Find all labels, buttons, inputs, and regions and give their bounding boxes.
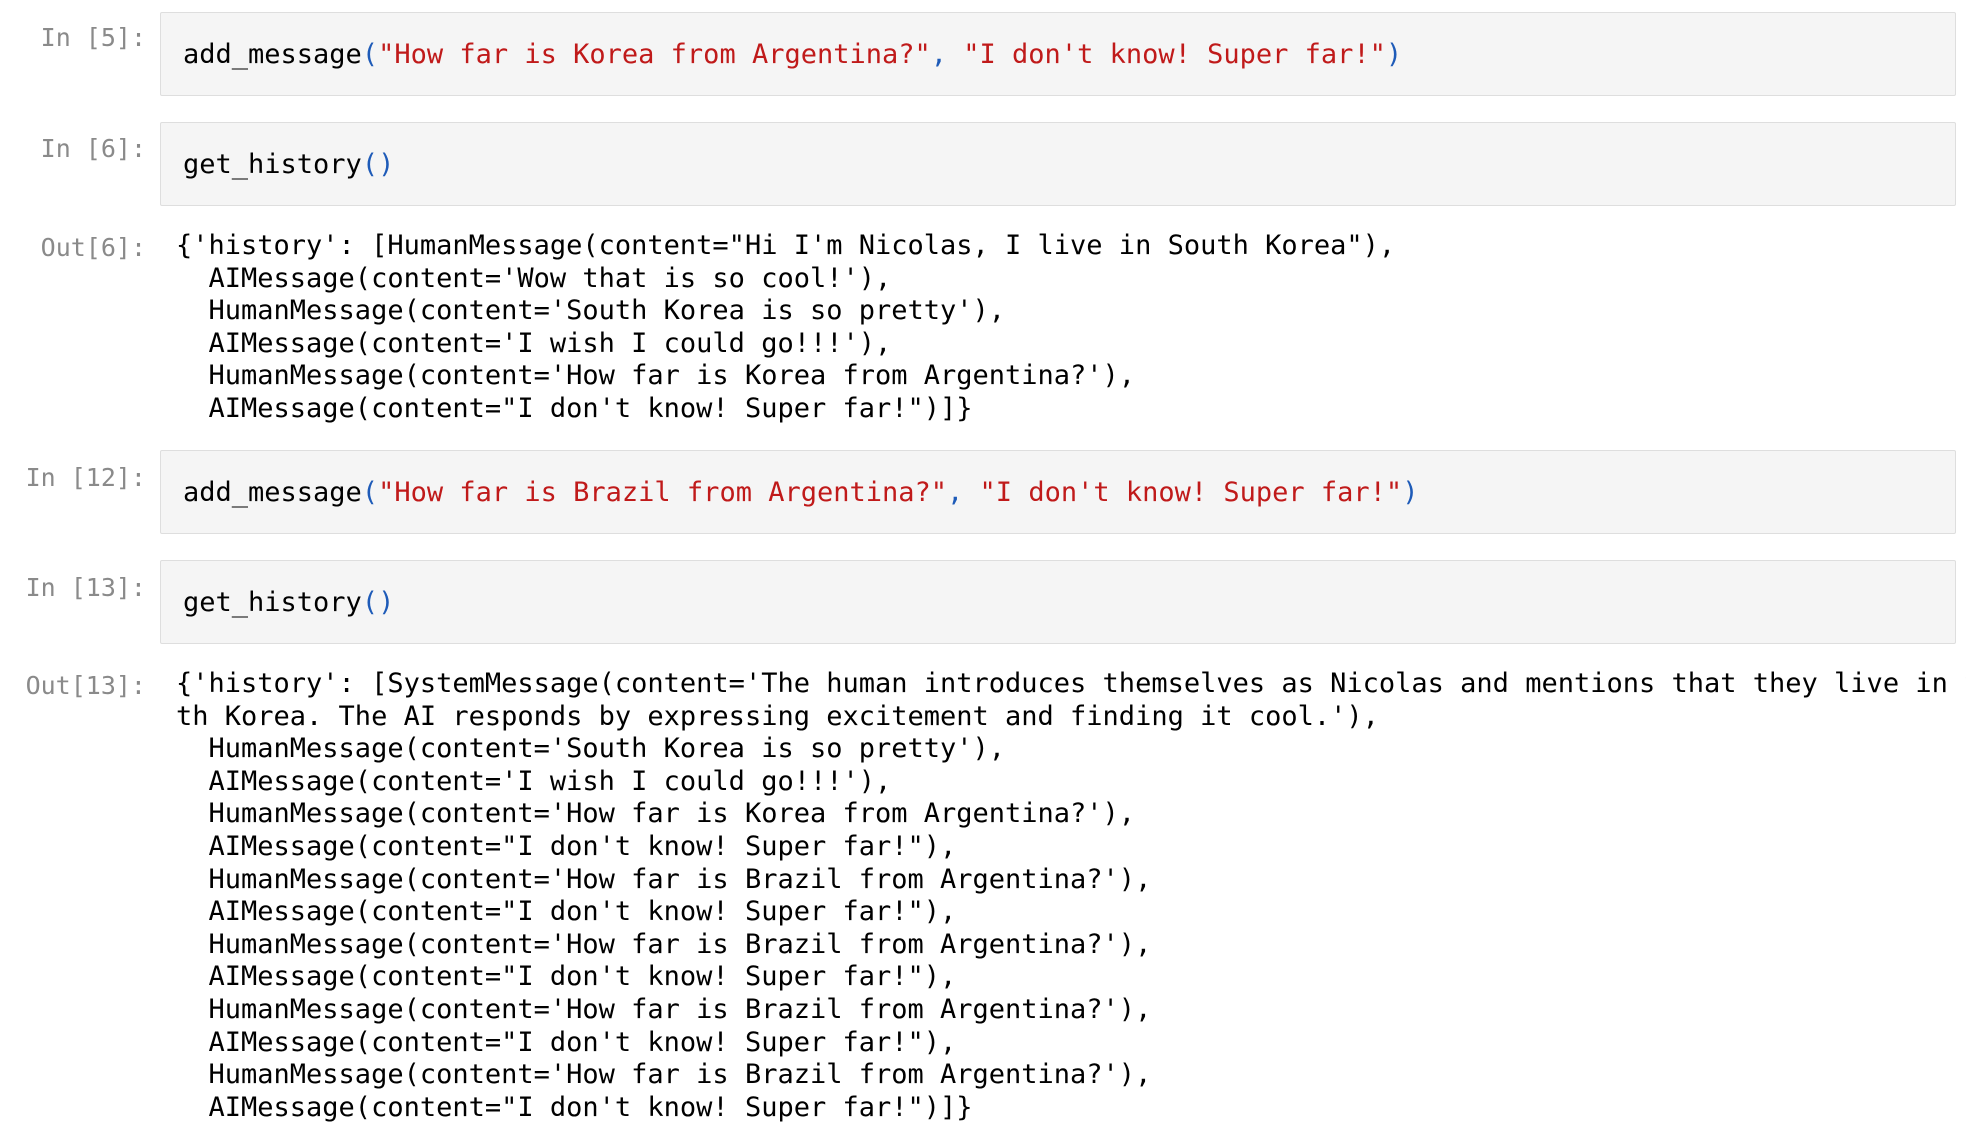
code-line: add_message("How far is Korea from Argen… [183,39,1402,71]
separator: , [947,477,980,508]
output-line: AIMessage(content="I don't know! Super f… [176,896,957,928]
code-line: get_history() [183,587,394,619]
code-line: get_history() [183,149,394,181]
code-cell-input[interactable]: add_message("How far is Korea from Argen… [160,12,1956,96]
paren: ( [361,39,379,70]
output-line: HumanMessage(content='South Korea is so … [176,295,1006,327]
output-line: HumanMessage(content='South Korea is so … [176,733,1006,765]
output-line: AIMessage(content='I wish I could go!!!'… [176,765,892,797]
string-arg: "How far is Brazil from Argentina?" [378,477,948,508]
string-arg: "I don't know! Super far!" [963,39,1386,70]
output-line: HumanMessage(content='How far is Korea f… [176,798,1136,830]
separator: , [930,39,964,70]
code-cell-input[interactable]: get_history() [160,560,1956,644]
paren: ( [361,477,379,508]
paren: ) [1402,477,1419,508]
paren: () [361,149,395,180]
input-prompt: In [5]: [40,23,146,52]
function-name: add_message [183,477,362,508]
string-arg: "I don't know! Super far!" [979,477,1403,508]
code-line: add_message("How far is Brazil from Arge… [183,477,1418,509]
output-line: AIMessage(content="I don't know! Super f… [176,392,973,424]
output-prompt: Out[6]: [40,233,146,262]
paren: ) [1385,39,1403,70]
output-line: HumanMessage(content='How far is Brazil … [176,863,1152,895]
code-cell-input[interactable]: get_history() [160,122,1956,206]
output-line: {'history': [HumanMessage(content="Hi I'… [176,230,1396,261]
output-line: AIMessage(content="I don't know! Super f… [176,961,957,993]
input-prompt: In [6]: [40,134,146,163]
paren: () [361,587,395,618]
output-line: HumanMessage(content='How far is Brazil … [176,928,1152,960]
output-line: AIMessage(content='I wish I could go!!!'… [176,327,892,359]
output-line: AIMessage(content='Wow that is so cool!'… [176,262,892,294]
function-name: get_history [183,149,362,180]
output-line: AIMessage(content="I don't know! Super f… [176,1091,973,1123]
function-name: get_history [183,587,362,618]
output-line: {'history': [SystemMessage(content='The … [176,668,1966,699]
code-cell-input[interactable]: add_message("How far is Brazil from Arge… [160,450,1956,534]
input-prompt: In [12]: [25,463,146,492]
output-line: th Korea. The AI responds by expressing … [176,700,1379,732]
string-arg: "How far is Korea from Argentina?" [378,39,931,70]
output-line: HumanMessage(content='How far is Brazil … [176,1059,1152,1091]
notebook-page: In [5]: add_message("How far is Korea fr… [0,0,1966,1124]
output-line: HumanMessage(content='How far is Brazil … [176,993,1152,1025]
input-prompt: In [13]: [25,573,146,602]
cell-output: {'history': [SystemMessage(content='The … [176,668,1966,1124]
output-prompt: Out[13]: [25,671,146,700]
output-line: HumanMessage(content='How far is Korea f… [176,360,1136,392]
output-line: AIMessage(content="I don't know! Super f… [176,830,957,862]
cell-output: {'history': [HumanMessage(content="Hi I'… [176,230,1956,426]
output-line: AIMessage(content="I don't know! Super f… [176,1026,957,1058]
function-name: add_message [183,39,362,70]
